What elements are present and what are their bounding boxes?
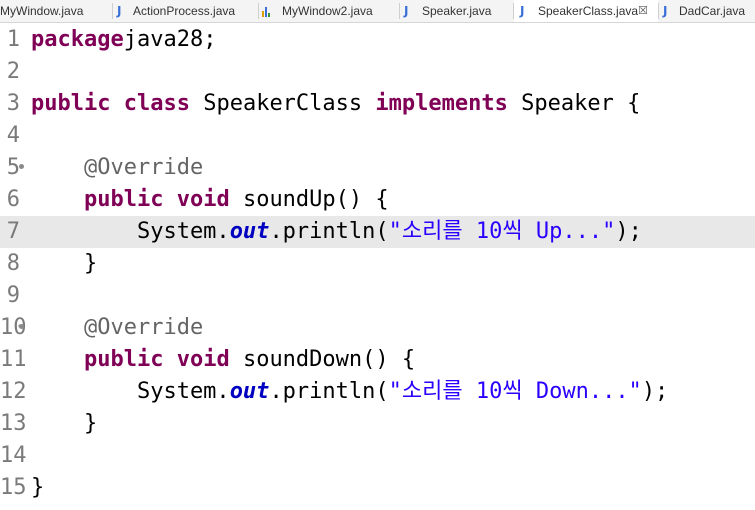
code-text: packagejava28; xyxy=(31,27,217,52)
tab-mywindow2-java[interactable]: MyWindow2.java xyxy=(259,0,399,22)
java-file-icon: J xyxy=(663,4,668,18)
line-number: 14 xyxy=(0,443,27,468)
line-number: 11 xyxy=(0,347,27,372)
java-class-warning-icon xyxy=(262,5,272,17)
java-file-icon: J xyxy=(520,4,525,18)
code-text: } xyxy=(31,251,98,276)
line-number: 13 xyxy=(0,411,27,436)
code-text: } xyxy=(31,475,45,500)
line-number: 9 xyxy=(6,283,20,308)
line-number: 1 xyxy=(6,27,20,52)
line-number: 10 xyxy=(0,315,27,340)
tab-speakerclass-java[interactable]: J SpeakerClass.java ☒ xyxy=(514,0,658,22)
line-number: 6 xyxy=(6,187,20,212)
line-number: 3 xyxy=(6,91,20,116)
code-line[interactable]: 14 xyxy=(0,440,755,472)
code-line[interactable]: 12 System.out.println("소리를 10씩 Down...")… xyxy=(0,376,755,408)
tab-label: MyWindow.java xyxy=(0,4,84,18)
code-text: public void soundDown() { xyxy=(83,347,416,372)
code-line[interactable]: 11 public void soundDown() { xyxy=(0,344,755,376)
tab-label: MyWindow2.java xyxy=(282,4,373,18)
code-line[interactable]: 3 public class SpeakerClass implements Sp… xyxy=(0,88,755,120)
code-text: System.out.println("소리를 10씩 Up..."); xyxy=(31,219,642,244)
code-line[interactable]: 4 xyxy=(0,120,755,152)
code-line[interactable]: 1 packagejava28; xyxy=(0,24,755,56)
code-text: public void soundUp() { xyxy=(83,187,389,212)
code-editor[interactable]: 1 packagejava28; 2 3 public class SpeakerCla… xyxy=(0,23,755,510)
editor-tab-bar: MyWindow.java J ActionProcess.java MyWin… xyxy=(0,0,755,23)
tab-label: DadCar.java xyxy=(679,4,746,18)
code-line[interactable]: 2 xyxy=(0,56,755,88)
code-text: public class SpeakerClass implements Spe… xyxy=(31,91,641,116)
code-text: System.out.println("소리를 10씩 Down..."); xyxy=(31,379,669,404)
tab-dadcar-java[interactable]: J DadCar.java xyxy=(659,0,755,22)
tab-actionprocess-java[interactable]: J ActionProcess.java xyxy=(113,0,258,22)
tab-label: SpeakerClass.java xyxy=(538,4,639,18)
code-text: @Override xyxy=(83,155,204,180)
line-number: 15 xyxy=(0,475,27,500)
line-number: 5 xyxy=(6,155,20,180)
close-tab-icon[interactable]: ☒ xyxy=(638,0,648,22)
code-line[interactable]: 13 } xyxy=(0,408,755,440)
tab-label: Speaker.java xyxy=(422,4,492,18)
code-line[interactable]: 5 @Override xyxy=(0,152,755,184)
line-number: 2 xyxy=(6,59,20,84)
code-text: @Override xyxy=(83,315,204,340)
java-file-icon: J xyxy=(404,4,409,18)
tab-label: ActionProcess.java xyxy=(133,4,236,18)
code-line[interactable]: 10 @Override xyxy=(0,312,755,344)
tab-mywindow-java[interactable]: MyWindow.java xyxy=(0,0,112,22)
fold-marker-icon[interactable] xyxy=(19,164,24,169)
line-number: 7 xyxy=(6,219,20,244)
code-line[interactable]: 8 } xyxy=(0,248,755,280)
line-number: 8 xyxy=(6,251,20,276)
line-number: 4 xyxy=(6,123,20,148)
fold-marker-icon[interactable] xyxy=(19,324,24,329)
java-file-icon: J xyxy=(117,4,122,18)
code-line[interactable]: 9 xyxy=(0,280,755,312)
code-text: } xyxy=(31,411,98,436)
line-number: 12 xyxy=(0,379,27,404)
code-line[interactable]: 6 public void soundUp() { xyxy=(0,184,755,216)
code-line[interactable]: 7 System.out.println("소리를 10씩 Up..."); xyxy=(0,216,755,248)
code-line[interactable]: 15} xyxy=(0,472,755,504)
tab-speaker-java[interactable]: J Speaker.java xyxy=(400,0,513,22)
